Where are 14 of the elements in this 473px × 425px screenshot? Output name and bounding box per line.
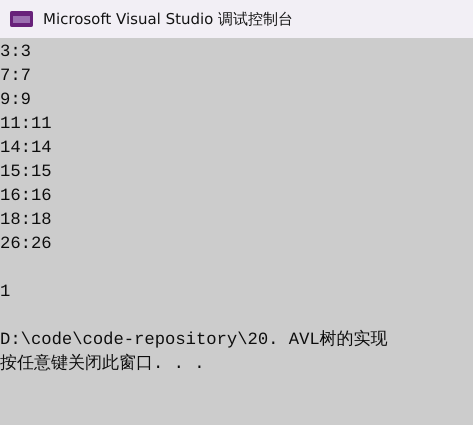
console-line: 1 — [0, 282, 12, 304]
console-line: 11:11 — [0, 114, 53, 136]
console-line: 14:14 — [0, 138, 53, 160]
console-line: 9:9 — [0, 90, 32, 112]
console-line: 按任意键关闭此窗口. . . — [0, 353, 206, 376]
console-line: 15:15 — [0, 162, 53, 184]
console-line: 3:3 — [0, 42, 32, 64]
console-line: 7:7 — [0, 66, 32, 88]
console-app-icon — [10, 11, 33, 27]
console-line: 16:16 — [0, 186, 53, 208]
console-line: 26:26 — [0, 234, 53, 256]
console-line: 18:18 — [0, 210, 53, 232]
console-line: D:\code\code-repository\20. AVL树的实现 — [0, 329, 389, 352]
window-title: Microsoft Visual Studio 调试控制台 — [43, 8, 294, 30]
